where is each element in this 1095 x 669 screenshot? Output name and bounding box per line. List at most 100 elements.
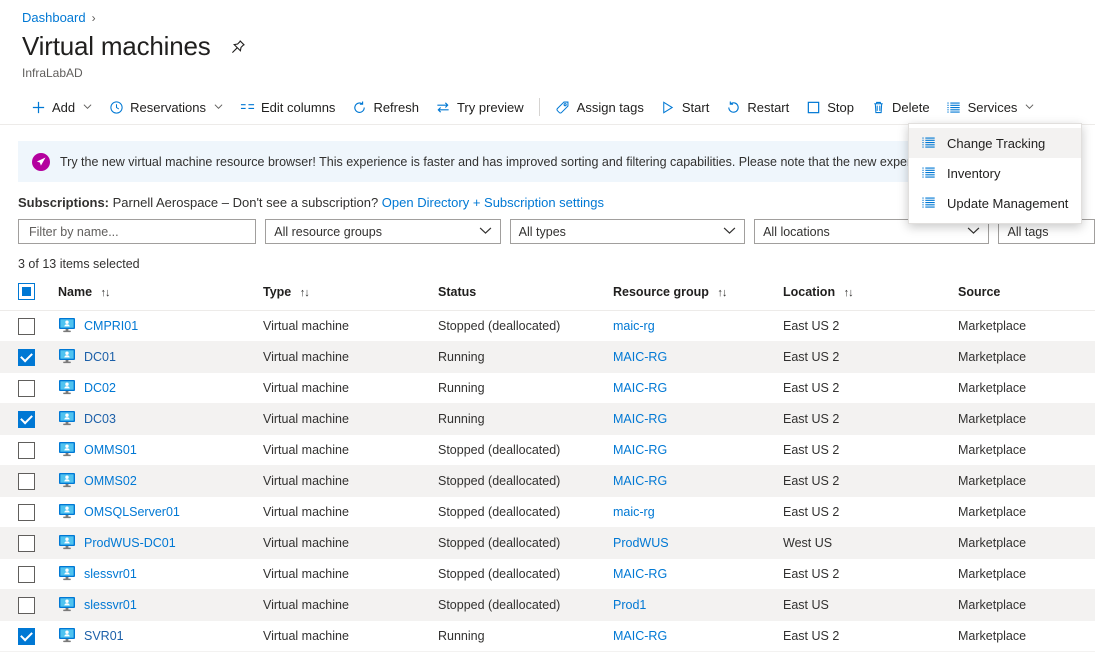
virtual-machines-page: Dashboard › Virtual machines InfraLabAD …: [0, 0, 1095, 669]
table-row[interactable]: OMMS01Virtual machineStopped (deallocate…: [0, 435, 1095, 466]
cell-location: East US 2: [783, 404, 958, 435]
refresh-button[interactable]: Refresh: [343, 94, 427, 120]
menu-item-change-tracking[interactable]: Change Tracking: [909, 128, 1081, 158]
filter-by-name-input[interactable]: [18, 219, 256, 244]
delete-button[interactable]: Delete: [862, 94, 938, 120]
column-header-type[interactable]: Type ↑↓: [263, 279, 438, 311]
table-row[interactable]: slessvr01Virtual machineStopped (dealloc…: [0, 559, 1095, 590]
cell-location: East US 2: [783, 435, 958, 466]
services-label: Services: [968, 100, 1018, 115]
table-row[interactable]: OMSQLServer01Virtual machineStopped (dea…: [0, 497, 1095, 528]
vm-name-link[interactable]: OMMS01: [84, 443, 137, 457]
resource-group-link[interactable]: MAIC-RG: [613, 474, 667, 488]
resource-group-link[interactable]: maic-rg: [613, 319, 655, 333]
banner-text: Try the new virtual machine resource bro…: [60, 155, 992, 169]
menu-item-update-management[interactable]: Update Management: [909, 188, 1081, 218]
table-row[interactable]: slessvr01Virtual machineStopped (dealloc…: [0, 590, 1095, 621]
virtual-machines-table: Name ↑↓ Type ↑↓ Status Resource group ↑↓…: [0, 279, 1095, 652]
column-header-location[interactable]: Location ↑↓: [783, 279, 958, 311]
vm-name-link[interactable]: ProdWUS-DC01: [84, 536, 176, 550]
table-row[interactable]: SVR01Virtual machineRunningMAIC-RGEast U…: [0, 621, 1095, 652]
cell-status: Stopped (deallocated): [438, 466, 613, 497]
pin-icon[interactable]: [229, 38, 247, 56]
row-checkbox[interactable]: [18, 504, 35, 521]
cell-type: Virtual machine: [263, 342, 438, 373]
vm-name-link[interactable]: OMMS02: [84, 474, 137, 488]
row-checkbox[interactable]: [18, 597, 35, 614]
search-input[interactable]: [27, 224, 247, 240]
table-row[interactable]: DC03Virtual machineRunningMAIC-RGEast US…: [0, 404, 1095, 435]
list-icon: [921, 165, 937, 181]
resource-group-link[interactable]: MAIC-RG: [613, 567, 667, 581]
resource-group-link[interactable]: ProdWUS: [613, 536, 669, 550]
row-checkbox[interactable]: [18, 473, 35, 490]
table-row[interactable]: DC02Virtual machineRunningMAIC-RGEast US…: [0, 373, 1095, 404]
row-checkbox[interactable]: [18, 349, 35, 366]
resource-group-link[interactable]: maic-rg: [613, 505, 655, 519]
column-header-source[interactable]: Source: [958, 279, 1095, 311]
resource-group-link[interactable]: MAIC-RG: [613, 629, 667, 643]
breadcrumb: Dashboard ›: [0, 0, 1095, 25]
cell-source: Marketplace: [958, 466, 1095, 497]
cell-resource-group: maic-rg: [613, 497, 783, 528]
resource-group-filter[interactable]: All resource groups: [265, 219, 500, 244]
row-checkbox[interactable]: [18, 411, 35, 428]
stop-button[interactable]: Stop: [797, 94, 862, 120]
table-row[interactable]: DC01Virtual machineRunningMAIC-RGEast US…: [0, 342, 1095, 373]
cell-status: Running: [438, 621, 613, 652]
row-checkbox[interactable]: [18, 628, 35, 645]
cell-type: Virtual machine: [263, 435, 438, 466]
vm-name-link[interactable]: SVR01: [84, 629, 124, 643]
row-checkbox[interactable]: [18, 380, 35, 397]
try-preview-button[interactable]: Try preview: [427, 94, 532, 120]
menu-item-inventory[interactable]: Inventory: [909, 158, 1081, 188]
cell-name: DC03: [58, 404, 263, 435]
vm-name-link[interactable]: CMPRI01: [84, 319, 138, 333]
resource-group-link[interactable]: MAIC-RG: [613, 443, 667, 457]
cell-status: Stopped (deallocated): [438, 497, 613, 528]
edit-columns-button[interactable]: Edit columns: [231, 94, 343, 120]
cell-resource-group: maic-rg: [613, 311, 783, 342]
column-header-resource-group-label: Resource group: [613, 285, 709, 299]
start-button[interactable]: Start: [652, 94, 717, 120]
resource-group-link[interactable]: MAIC-RG: [613, 350, 667, 364]
reservations-button[interactable]: Reservations: [100, 94, 231, 120]
toolbar-divider: [539, 98, 540, 116]
cell-name: ProdWUS-DC01: [58, 528, 263, 559]
cell-resource-group: MAIC-RG: [613, 342, 783, 373]
column-header-name[interactable]: Name ↑↓: [58, 279, 263, 311]
table-row[interactable]: OMMS02Virtual machineStopped (deallocate…: [0, 466, 1095, 497]
vm-icon: [58, 472, 76, 491]
column-header-resource-group[interactable]: Resource group ↑↓: [613, 279, 783, 311]
vm-name-link[interactable]: slessvr01: [84, 567, 137, 581]
vm-name-link[interactable]: slessvr01: [84, 598, 137, 612]
resource-group-link[interactable]: MAIC-RG: [613, 412, 667, 426]
column-header-status[interactable]: Status: [438, 279, 613, 311]
row-checkbox[interactable]: [18, 442, 35, 459]
assign-tags-button[interactable]: Assign tags: [547, 94, 652, 120]
row-checkbox[interactable]: [18, 318, 35, 335]
vm-name-link[interactable]: OMSQLServer01: [84, 505, 180, 519]
restart-button[interactable]: Restart: [717, 94, 797, 120]
add-button[interactable]: Add: [22, 94, 100, 120]
resource-group-link[interactable]: Prod1: [613, 598, 646, 612]
select-all-checkbox[interactable]: [18, 283, 35, 300]
vm-name-link[interactable]: DC02: [84, 381, 116, 395]
table-row[interactable]: ProdWUS-DC01Virtual machineStopped (deal…: [0, 528, 1095, 559]
column-header-location-label: Location: [783, 285, 835, 299]
row-select-cell: [0, 497, 58, 528]
breadcrumb-item-dashboard[interactable]: Dashboard: [22, 10, 86, 25]
table-row[interactable]: CMPRI01Virtual machineStopped (deallocat…: [0, 311, 1095, 342]
resource-group-link[interactable]: MAIC-RG: [613, 381, 667, 395]
type-filter[interactable]: All types: [510, 219, 745, 244]
services-button[interactable]: Services: [938, 94, 1043, 120]
cell-resource-group: MAIC-RG: [613, 559, 783, 590]
row-select-cell: [0, 559, 58, 590]
cell-location: East US: [783, 590, 958, 621]
vm-name-link[interactable]: DC03: [84, 412, 116, 426]
row-checkbox[interactable]: [18, 566, 35, 583]
row-checkbox[interactable]: [18, 535, 35, 552]
row-select-cell: [0, 342, 58, 373]
vm-name-link[interactable]: DC01: [84, 350, 116, 364]
open-directory-subscription-settings-link[interactable]: Open Directory + Subscription settings: [382, 195, 604, 210]
